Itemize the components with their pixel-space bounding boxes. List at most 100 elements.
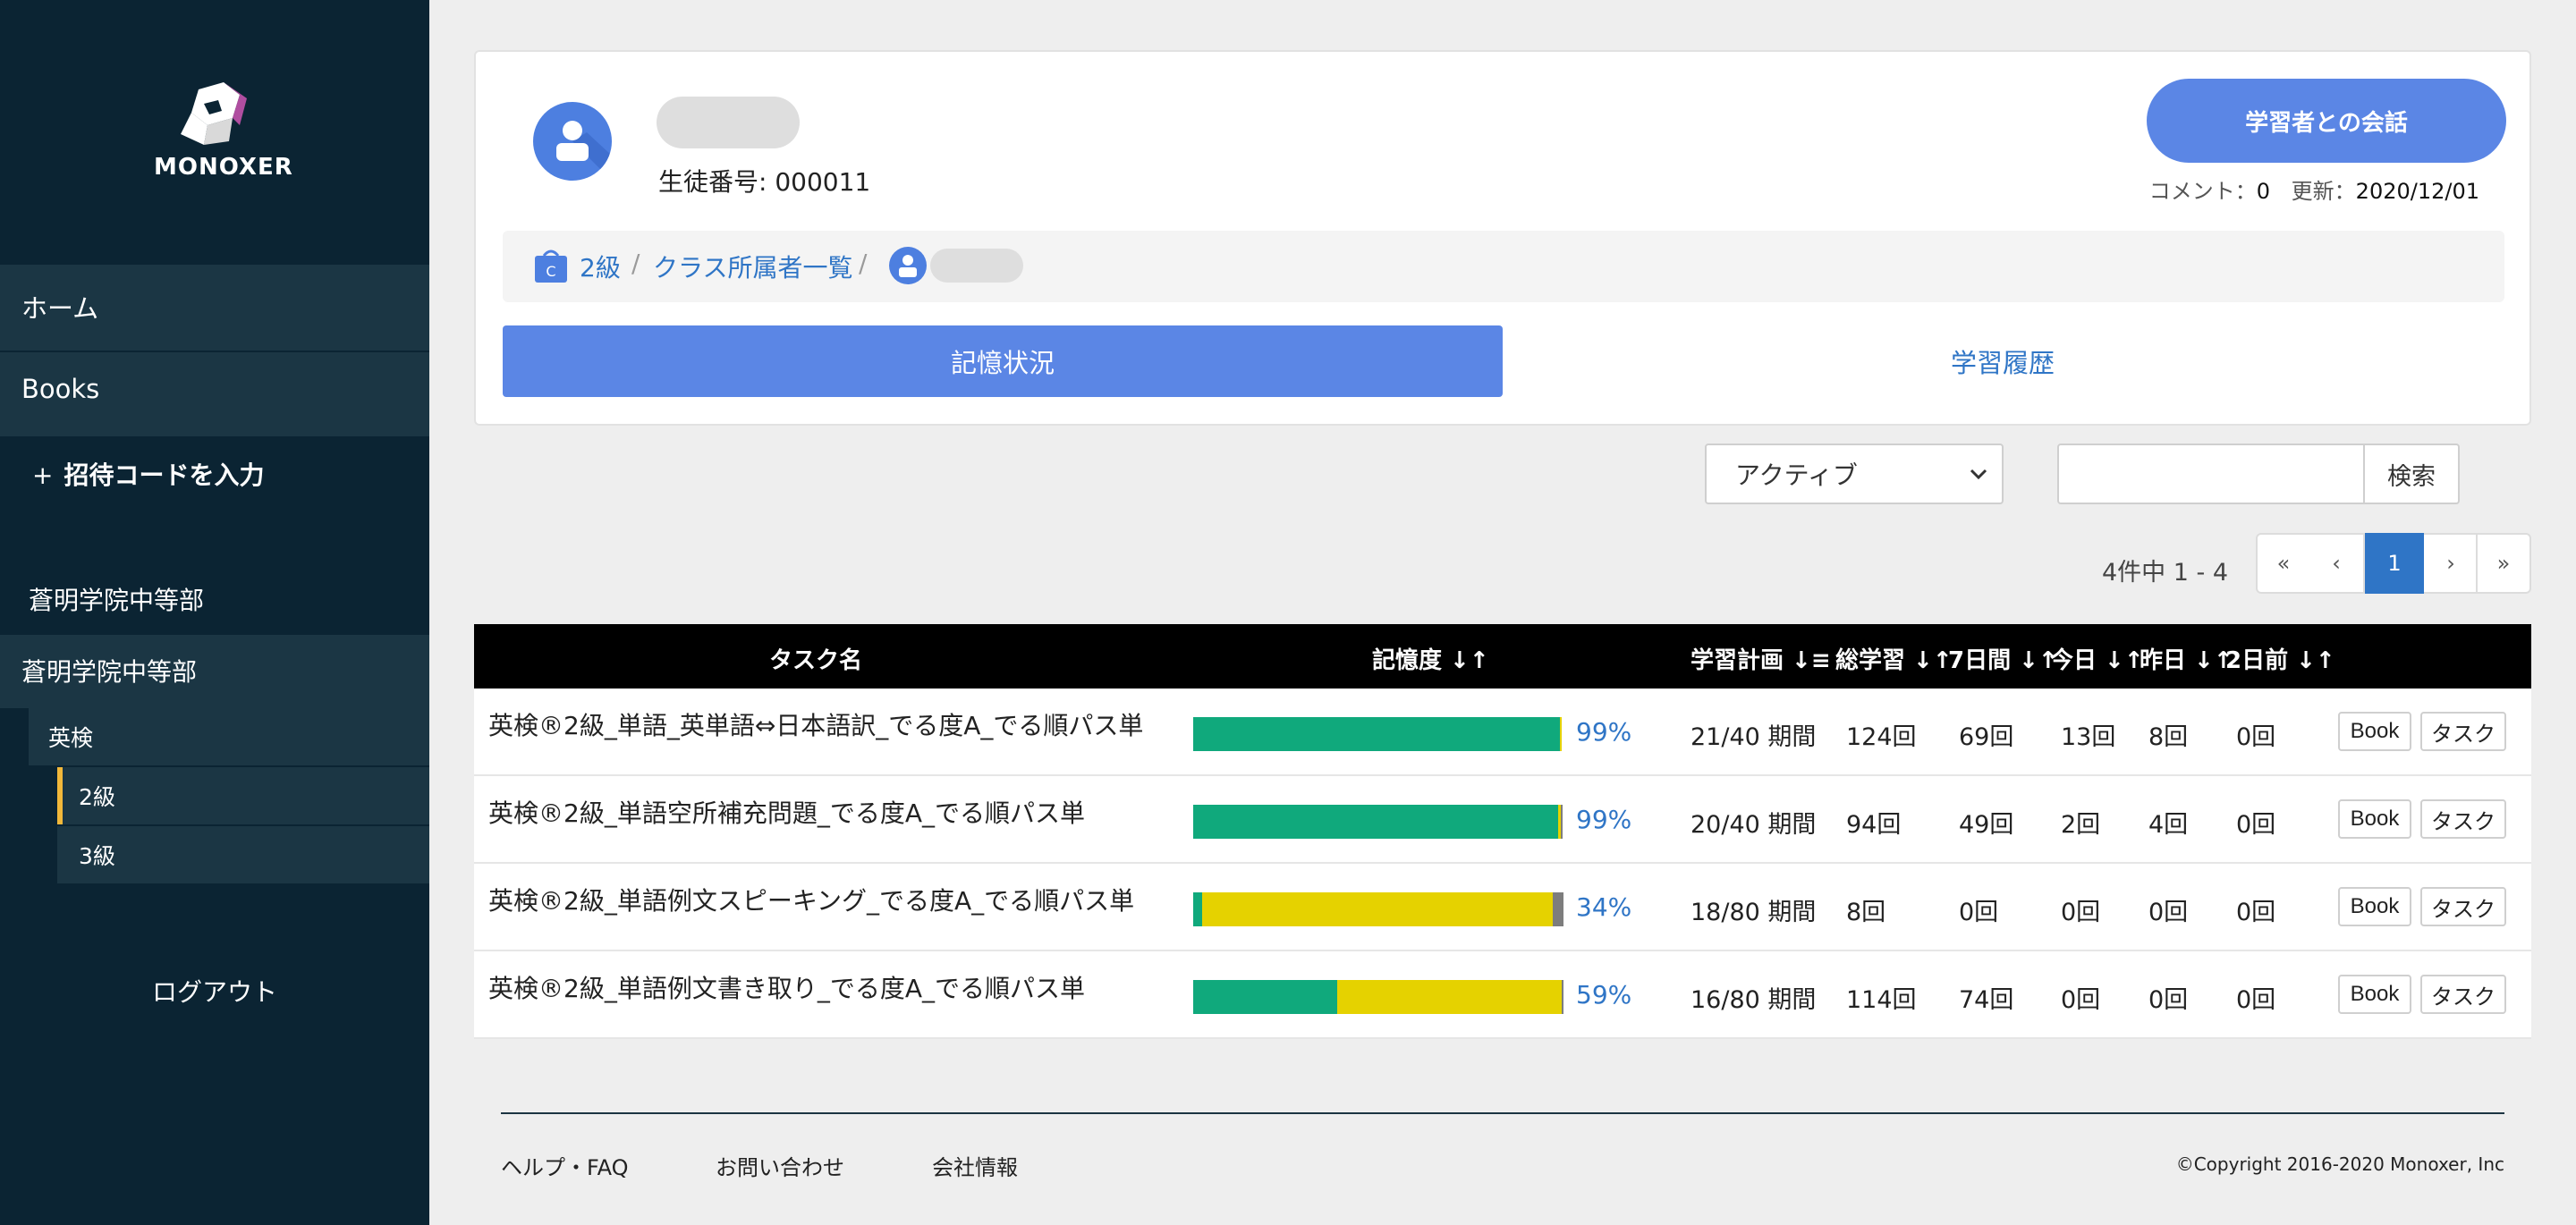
task-name[interactable]: 英検®2級_単語空所補充問題_でる度A_でる順パス単: [488, 794, 1085, 830]
footer-contact-link[interactable]: お問い合わせ: [716, 1150, 844, 1181]
student-name-placeholder: [657, 97, 800, 148]
memory-bar: [1193, 892, 1563, 926]
header-2days[interactable]: 2日前 ↓↑: [2225, 642, 2335, 675]
breadcrumb-members-link[interactable]: クラス所属者一覧: [653, 249, 852, 284]
subitem-grade3-label: 3級: [79, 843, 115, 869]
student-card: 生徒番号: 000011 学習者との会話 コメント：0 更新：2020/12/0…: [474, 50, 2531, 426]
tab-learning-history[interactable]: 学習履歴: [1503, 325, 2503, 397]
student-avatar: [533, 102, 612, 181]
school-item-1[interactable]: 蒼明学院中等部: [29, 581, 204, 617]
task-button[interactable]: タスク: [2420, 887, 2506, 926]
monoxer-logo[interactable]: MONOXER: [154, 82, 292, 181]
study-plan: 21/40 期間: [1690, 723, 1817, 751]
table-row: 英検®2級_単語例文書き取り_でる度A_でる順パス単 59% 16/80 期間 114…: [474, 951, 2531, 1039]
today-count: 2回: [2061, 811, 2101, 839]
search-input[interactable]: [2057, 444, 2365, 504]
task-button[interactable]: タスク: [2420, 712, 2506, 751]
pager-next[interactable]: ›: [2424, 533, 2479, 594]
pager-first[interactable]: «: [2256, 533, 2311, 594]
memory-bar-green: [1193, 717, 1560, 751]
yesterday-count: 0回: [2148, 986, 2189, 1014]
breadcrumb-separator: /: [631, 249, 640, 278]
comment-count: 0: [2256, 179, 2271, 204]
subitem-eiken[interactable]: 英検: [29, 708, 429, 767]
nav-divider: [0, 351, 429, 352]
memory-bar-yellow: [1559, 717, 1562, 751]
book-button[interactable]: Book: [2338, 712, 2411, 751]
status-select[interactable]: アクティブ: [1705, 444, 2004, 504]
subitem-grade2[interactable]: 2級: [57, 767, 429, 826]
memory-percent: 34%: [1576, 892, 1632, 922]
plus-icon: +: [32, 460, 54, 490]
chat-with-learner-button[interactable]: 学習者との会話: [2147, 79, 2506, 163]
task-button[interactable]: タスク: [2420, 799, 2506, 839]
today-count: 0回: [2061, 986, 2101, 1014]
breadcrumb: C 2級 / クラス所属者一覧 /: [503, 231, 2504, 302]
user-icon: [556, 121, 612, 181]
memory-bar: [1193, 980, 1563, 1014]
pager-current[interactable]: 1: [2365, 533, 2424, 594]
yesterday-count: 8回: [2148, 723, 2189, 751]
week-count: 69回: [1959, 723, 2014, 751]
study-plan: 16/80 期間: [1690, 986, 1817, 1014]
book-button[interactable]: Book: [2338, 887, 2411, 926]
breadcrumb-separator: /: [859, 249, 868, 278]
study-plan: 20/40 期間: [1690, 811, 1817, 839]
memory-bar-green: [1193, 805, 1558, 839]
breadcrumb-class-link[interactable]: 2級: [580, 249, 621, 284]
nav-item-home[interactable]: ホーム: [21, 288, 98, 325]
today-count: 0回: [2061, 899, 2101, 926]
book-button[interactable]: Book: [2338, 799, 2411, 839]
header-memory[interactable]: 記憶度 ↓↑: [1372, 642, 1489, 675]
header-yesterday[interactable]: 昨日 ↓↑: [2140, 642, 2233, 675]
school-item-active[interactable]: 蒼明学院中等部: [0, 635, 429, 708]
total-count: 8回: [1846, 899, 1886, 926]
task-name[interactable]: 英検®2級_単語_英単語⇔日本語訳_でる度A_でる順パス単: [488, 706, 1143, 742]
header-7days[interactable]: 7日間 ↓↑: [1948, 642, 2058, 675]
pager-last[interactable]: »: [2476, 533, 2531, 594]
today-count: 13回: [2061, 723, 2116, 751]
invite-code-label: 招待コードを入力: [64, 460, 265, 490]
memory-bar-green: [1193, 980, 1338, 1014]
school-item-2-label: 蒼明学院中等部: [21, 657, 198, 687]
invite-code-link[interactable]: + 招待コードを入力: [32, 456, 264, 492]
total-count: 124回: [1846, 723, 1917, 751]
task-name[interactable]: 英検®2級_単語例文書き取り_でる度A_でる順パス単: [488, 969, 1085, 1005]
update-date: 2020/12/01: [2355, 179, 2479, 204]
total-count: 114回: [1846, 986, 1917, 1014]
header-plan[interactable]: 学習計画 ↓≡: [1690, 642, 1831, 675]
breadcrumb-student-name-placeholder: [930, 249, 1023, 283]
task-name[interactable]: 英検®2級_単語例文スピーキング_でる度A_でる順パス単: [488, 882, 1134, 917]
book-button[interactable]: Book: [2338, 975, 2411, 1014]
nav-item-books[interactable]: Books: [21, 374, 99, 404]
tab-memory-status[interactable]: 記憶状況: [503, 325, 1503, 397]
student-number: 生徒番号: 000011: [658, 167, 871, 197]
sidebar: MONOXER ホーム Books + 招待コードを入力 蒼明学院中等部 蒼明学院…: [0, 0, 429, 1225]
header-total[interactable]: 総学習 ↓↑: [1835, 642, 1953, 675]
header-task-name[interactable]: タスク名: [769, 642, 862, 675]
logout-link[interactable]: ログアウト: [0, 973, 429, 1009]
footer-help-link[interactable]: ヘルプ・FAQ: [501, 1150, 629, 1181]
breadcrumb-user-avatar: [889, 247, 927, 284]
task-button[interactable]: タスク: [2420, 975, 2506, 1014]
subitem-grade3[interactable]: 3級: [57, 826, 429, 885]
total-count: 94回: [1846, 811, 1902, 839]
search-button[interactable]: 検索: [2363, 444, 2460, 504]
memory-bar: [1193, 805, 1563, 839]
yesterday-count: 4回: [2148, 811, 2189, 839]
week-count: 74回: [1959, 986, 2014, 1014]
footer-divider: [501, 1112, 2504, 1114]
class-icon: C: [535, 249, 567, 283]
week-count: 49回: [1959, 811, 2014, 839]
header-today[interactable]: 今日 ↓↑: [2050, 642, 2144, 675]
memory-bar-gray: [1561, 805, 1563, 839]
footer-company-link[interactable]: 会社情報: [932, 1150, 1018, 1181]
memory-percent: 99%: [1576, 717, 1632, 747]
comment-meta: コメント：0 更新：2020/12/01: [2149, 173, 2479, 205]
pager-prev[interactable]: ‹: [2309, 533, 2365, 594]
active-indicator: [57, 767, 63, 824]
user-icon: [899, 255, 917, 277]
memory-percent: 99%: [1576, 805, 1632, 834]
subitem-eiken-label: 英検: [48, 725, 94, 751]
memory-bar-green: [1193, 892, 1203, 926]
